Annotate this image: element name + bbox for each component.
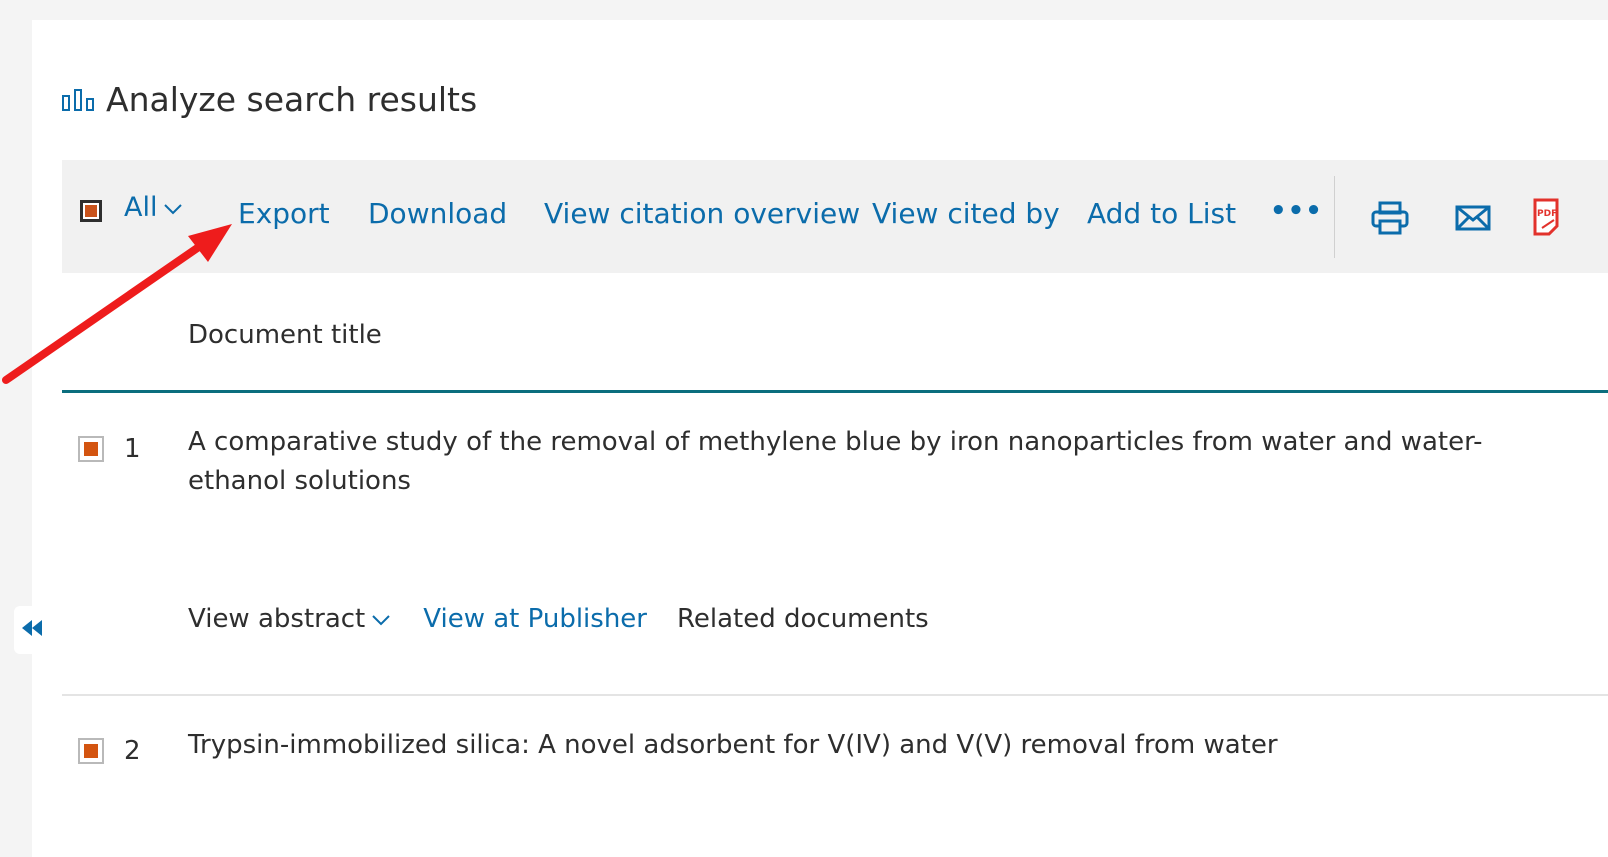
chevron-down-icon [371,604,391,634]
view-at-publisher-link[interactable]: View at Publisher [423,604,647,634]
view-abstract-label: View abstract [188,604,366,634]
export-link[interactable]: Export [238,197,330,230]
row-2-checkbox[interactable] [78,738,104,764]
more-options-button[interactable]: ••• [1270,196,1323,226]
select-all-dropdown[interactable]: All [124,192,183,223]
pdf-icon[interactable]: PDF [1532,198,1560,240]
svg-text:PDF: PDF [1537,209,1557,219]
email-icon[interactable] [1455,204,1491,236]
row-1-number: 1 [124,434,141,464]
row-2-number: 2 [124,736,141,766]
collapse-sidebar-button[interactable] [14,606,50,654]
row-1-checkbox[interactable] [78,436,104,462]
view-citation-overview-link[interactable]: View citation overview [544,197,860,230]
bar-chart-icon [62,88,96,112]
double-chevron-left-icon [20,618,44,642]
analyze-header[interactable]: Analyze search results [62,80,477,119]
related-documents-link[interactable]: Related documents [677,604,929,634]
row-divider [62,694,1608,696]
view-abstract-toggle[interactable]: View abstract [188,604,391,634]
select-all-checkbox[interactable] [80,200,102,222]
add-to-list-link[interactable]: Add to List [1087,197,1236,230]
toolbar-divider [1334,176,1335,258]
download-link[interactable]: Download [368,197,507,230]
chevron-down-icon [163,192,183,223]
row-1-title-link[interactable]: A comparative study of the removal of me… [188,423,1578,501]
analyze-title[interactable]: Analyze search results [106,80,477,119]
results-toolbar: All Export Download View citation overvi… [62,160,1608,273]
document-title-column-header[interactable]: Document title [188,320,382,350]
header-divider [62,390,1608,393]
print-icon[interactable] [1370,200,1410,240]
row-1-actions: View abstract View at Publisher Related … [188,604,929,634]
row-2-title-link[interactable]: Trypsin-immobilized silica: A novel adso… [188,726,1578,765]
view-cited-by-link[interactable]: View cited by [872,197,1060,230]
select-all-label: All [124,192,158,223]
